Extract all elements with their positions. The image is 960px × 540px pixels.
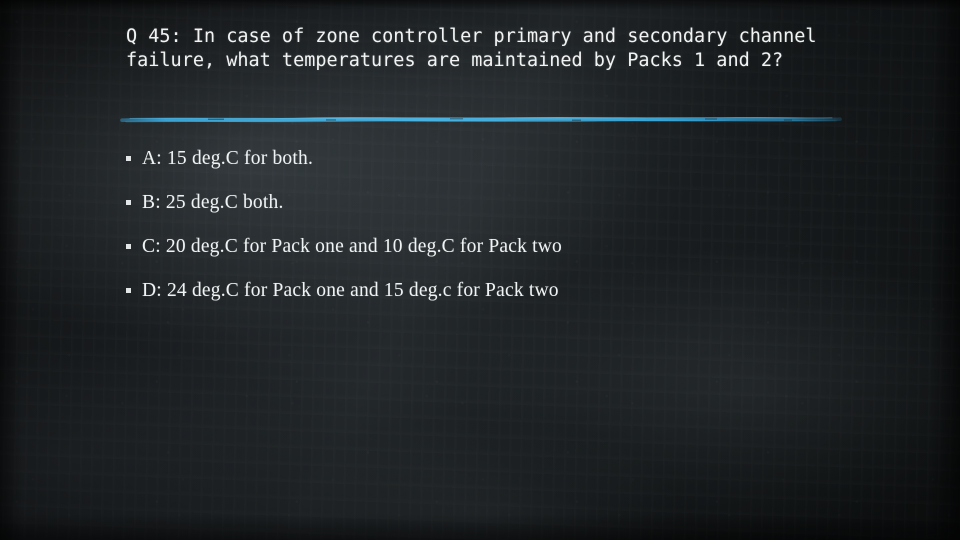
- square-bullet-icon: [126, 197, 142, 208]
- answer-option-d: D: 24 deg.C for Pack one and 15 deg.c fo…: [142, 280, 559, 301]
- question-text: Q 45: In case of zone controller primary…: [126, 26, 828, 71]
- answer-option-b: B: 25 deg.C both.: [142, 192, 284, 213]
- list-item[interactable]: A: 15 deg.C for both.: [126, 148, 866, 192]
- square-bullet-icon: [126, 285, 142, 296]
- square-bullet-icon: [126, 153, 142, 164]
- list-item[interactable]: C: 20 deg.C for Pack one and 10 deg.C fo…: [126, 236, 866, 280]
- answer-list: A: 15 deg.C for both. B: 25 deg.C both. …: [126, 148, 866, 324]
- slide-content: Q 45: In case of zone controller primary…: [0, 0, 960, 540]
- answer-option-c: C: 20 deg.C for Pack one and 10 deg.C fo…: [142, 236, 562, 257]
- list-item[interactable]: D: 24 deg.C for Pack one and 15 deg.c fo…: [126, 280, 866, 324]
- square-bullet-icon: [126, 241, 142, 252]
- slide-canvas: Q 45: In case of zone controller primary…: [0, 0, 960, 540]
- list-item[interactable]: B: 25 deg.C both.: [126, 192, 866, 236]
- chalk-underline: [120, 113, 842, 125]
- answer-option-a: A: 15 deg.C for both.: [142, 148, 314, 169]
